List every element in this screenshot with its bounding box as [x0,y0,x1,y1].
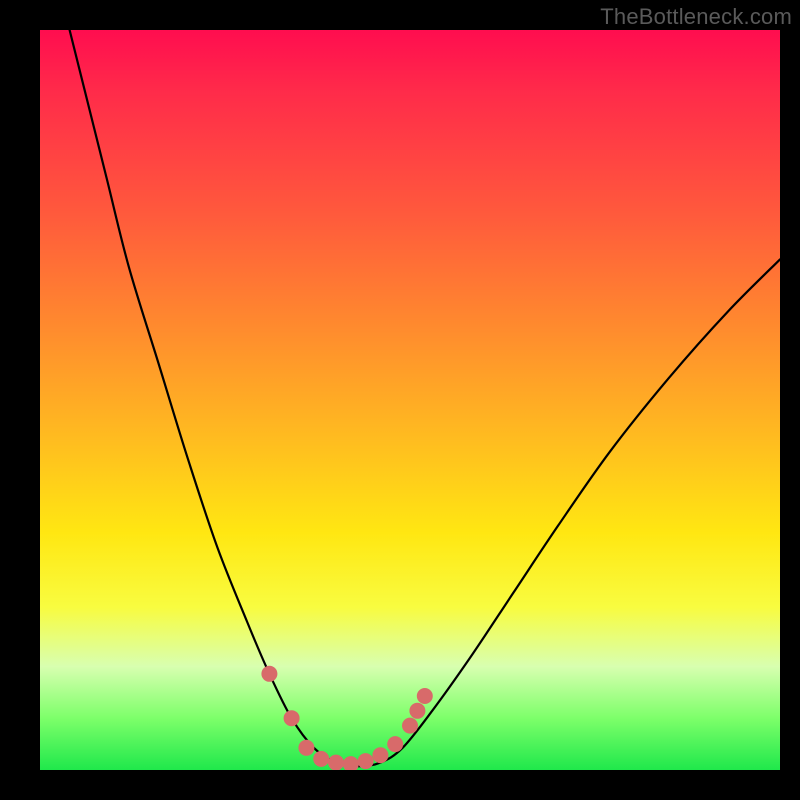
plot-background [40,30,780,770]
watermark-text: TheBottleneck.com [600,4,792,30]
chart-frame: TheBottleneck.com [0,0,800,800]
